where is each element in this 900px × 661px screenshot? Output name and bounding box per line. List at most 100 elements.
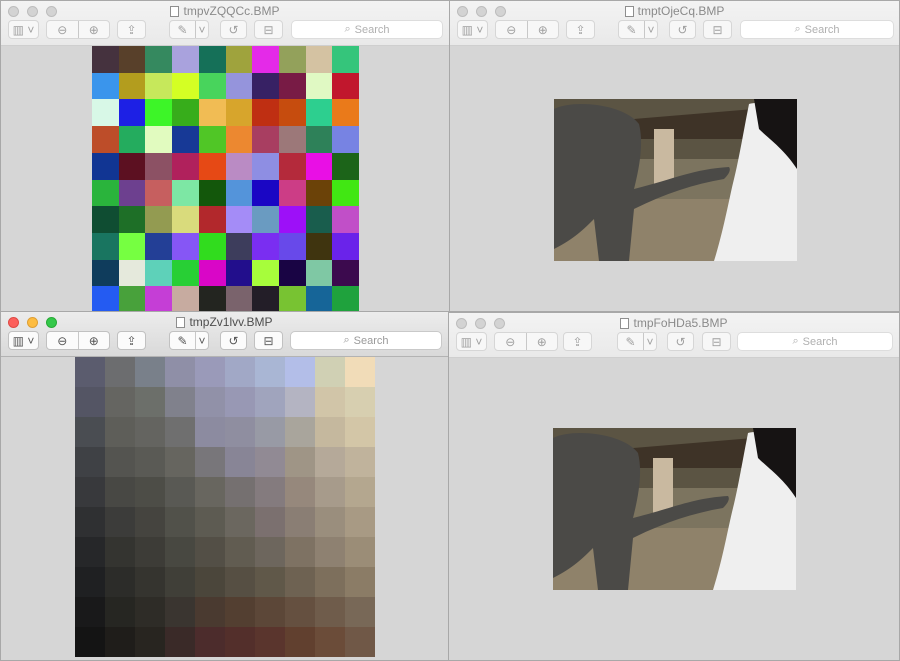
pixel-cell: [345, 627, 375, 657]
share-button[interactable]: ⇪: [563, 332, 592, 351]
pixel-cell: [172, 259, 199, 287]
pixel-cell: [345, 387, 375, 417]
pixel-cell: [75, 477, 105, 507]
search-field[interactable]: ⌕ Search: [737, 332, 893, 351]
window-title-text: tmpZv1lvv.BMP: [189, 315, 273, 329]
sidebar-button[interactable]: ▥ ˅: [457, 20, 488, 39]
search-field[interactable]: ⌕ Search: [290, 331, 442, 350]
zoom-in-icon: ⊕: [88, 333, 99, 348]
toolbox-button[interactable]: ⊟: [254, 331, 283, 350]
pixel-cell: [332, 179, 359, 207]
pixel-cell: [305, 152, 333, 180]
rotate-button[interactable]: ↺: [667, 332, 694, 351]
pixel-cell: [315, 477, 345, 507]
pixel-cell: [172, 126, 199, 153]
pixel-cell: [332, 72, 359, 100]
search-icon: ⌕: [344, 23, 351, 35]
markup-pen-icon: ✎: [625, 334, 636, 349]
pixel-cell: [252, 152, 279, 180]
pixel-cell: [172, 46, 199, 73]
pixel-cell: [172, 152, 199, 180]
markup-button[interactable]: ✎: [618, 333, 643, 350]
zoom-out-button[interactable]: ⊖: [47, 21, 78, 38]
document-icon: [176, 317, 186, 328]
pixel-cell: [252, 126, 279, 153]
title-bar[interactable]: tmpZv1lvv.BMP ▥ ˅ ⊖ ⊕ ⇪ ✎ ˅ ↺ ⊟ ⌕ Search: [1, 312, 448, 357]
title-bar[interactable]: tmpFoHDa5.BMP ▥ ˅ ⊖ ⊕ ⇪ ✎ ˅ ↺ ⊟ ⌕ Search: [449, 313, 899, 358]
sidebar-button[interactable]: ▥ ˅: [456, 332, 487, 351]
pixel-cell: [252, 72, 279, 100]
toolbox-icon: ⊟: [712, 22, 723, 37]
pixel-cell: [225, 259, 253, 287]
pixel-cell: [255, 387, 285, 417]
share-button[interactable]: ⇪: [117, 20, 146, 39]
zoom-out-button[interactable]: ⊖: [47, 332, 78, 349]
pixel-cell: [105, 537, 135, 567]
pixel-cell: [252, 259, 279, 287]
sidebar-button[interactable]: ▥ ˅: [8, 331, 39, 350]
search-field[interactable]: ⌕ Search: [740, 20, 894, 39]
window-title: tmpZv1lvv.BMP: [1, 315, 448, 329]
zoom-in-button[interactable]: ⊕: [526, 21, 559, 38]
pixel-cell: [172, 72, 199, 100]
markup-menu-button[interactable]: ˅: [195, 332, 208, 349]
toolbox-icon: ⊟: [711, 334, 722, 349]
markup-button[interactable]: ✎: [619, 21, 644, 38]
share-button[interactable]: ⇪: [566, 20, 595, 39]
markup-button[interactable]: ✎: [170, 21, 195, 38]
pixel-cell: [118, 232, 146, 260]
pixel-cell: [165, 627, 195, 657]
pixel-cell: [285, 417, 315, 447]
rotate-button[interactable]: ↺: [669, 20, 696, 39]
pixel-cell: [118, 46, 146, 73]
pixel-cell: [195, 357, 225, 387]
pixel-cell: [315, 507, 345, 537]
pixel-cell: [172, 179, 199, 207]
pixel-cell: [75, 627, 105, 657]
pixel-cell: [75, 417, 105, 447]
zoom-in-button[interactable]: ⊕: [77, 332, 110, 349]
sidebar-button[interactable]: ▥ ˅: [8, 20, 39, 39]
zoom-controls: ⊖ ⊕: [494, 332, 558, 351]
title-bar[interactable]: tmpvZQQCc.BMP ▥ ˅ ⊖ ⊕ ⇪ ✎ ˅ ↺ ⊟ ⌕ Search: [1, 1, 449, 46]
pixel-cell: [225, 567, 255, 597]
zoom-in-button[interactable]: ⊕: [525, 333, 558, 350]
pixel-cell: [305, 259, 333, 287]
pixel-cell: [198, 152, 226, 180]
chevron-down-icon: ˅: [647, 22, 655, 37]
share-icon: ⇪: [575, 22, 586, 37]
markup-menu-button[interactable]: ˅: [195, 21, 208, 38]
color-grid-image: [92, 46, 359, 311]
pixel-cell: [225, 126, 253, 153]
zoom-out-button[interactable]: ⊖: [496, 21, 527, 38]
markup-pen-icon: ✎: [177, 333, 188, 348]
rotate-button[interactable]: ↺: [220, 331, 247, 350]
chevron-down-icon: ˅: [198, 22, 206, 37]
toolbox-button[interactable]: ⊟: [254, 20, 283, 39]
title-bar[interactable]: tmptOjeCq.BMP ▥ ˅ ⊖ ⊕ ⇪ ✎ ˅ ↺ ⊟ ⌕ Search: [450, 1, 899, 46]
zoom-in-button[interactable]: ⊕: [77, 21, 110, 38]
pixel-cell: [332, 99, 359, 127]
toolbox-button[interactable]: ⊟: [702, 332, 731, 351]
pixel-cell: [345, 357, 375, 387]
search-icon: ⌕: [794, 23, 801, 35]
search-icon: ⌕: [343, 334, 350, 346]
markup-pen-icon: ✎: [177, 22, 188, 37]
share-button[interactable]: ⇪: [117, 331, 146, 350]
pixel-cell: [225, 447, 255, 477]
search-field[interactable]: ⌕ Search: [291, 20, 443, 39]
pixel-cell: [145, 286, 173, 311]
markup-menu-button[interactable]: ˅: [644, 21, 657, 38]
markup-button[interactable]: ✎: [170, 332, 195, 349]
pixel-cell: [195, 447, 225, 477]
pixel-cell: [92, 46, 119, 73]
rotate-button[interactable]: ↺: [220, 20, 247, 39]
pixel-cell: [92, 152, 119, 180]
zoom-out-button[interactable]: ⊖: [495, 333, 526, 350]
pixel-cell: [92, 259, 119, 287]
toolbox-button[interactable]: ⊟: [703, 20, 732, 39]
document-icon: [170, 6, 180, 17]
pixel-cell: [135, 537, 165, 567]
markup-menu-button[interactable]: ˅: [643, 333, 656, 350]
document-icon: [620, 318, 630, 329]
